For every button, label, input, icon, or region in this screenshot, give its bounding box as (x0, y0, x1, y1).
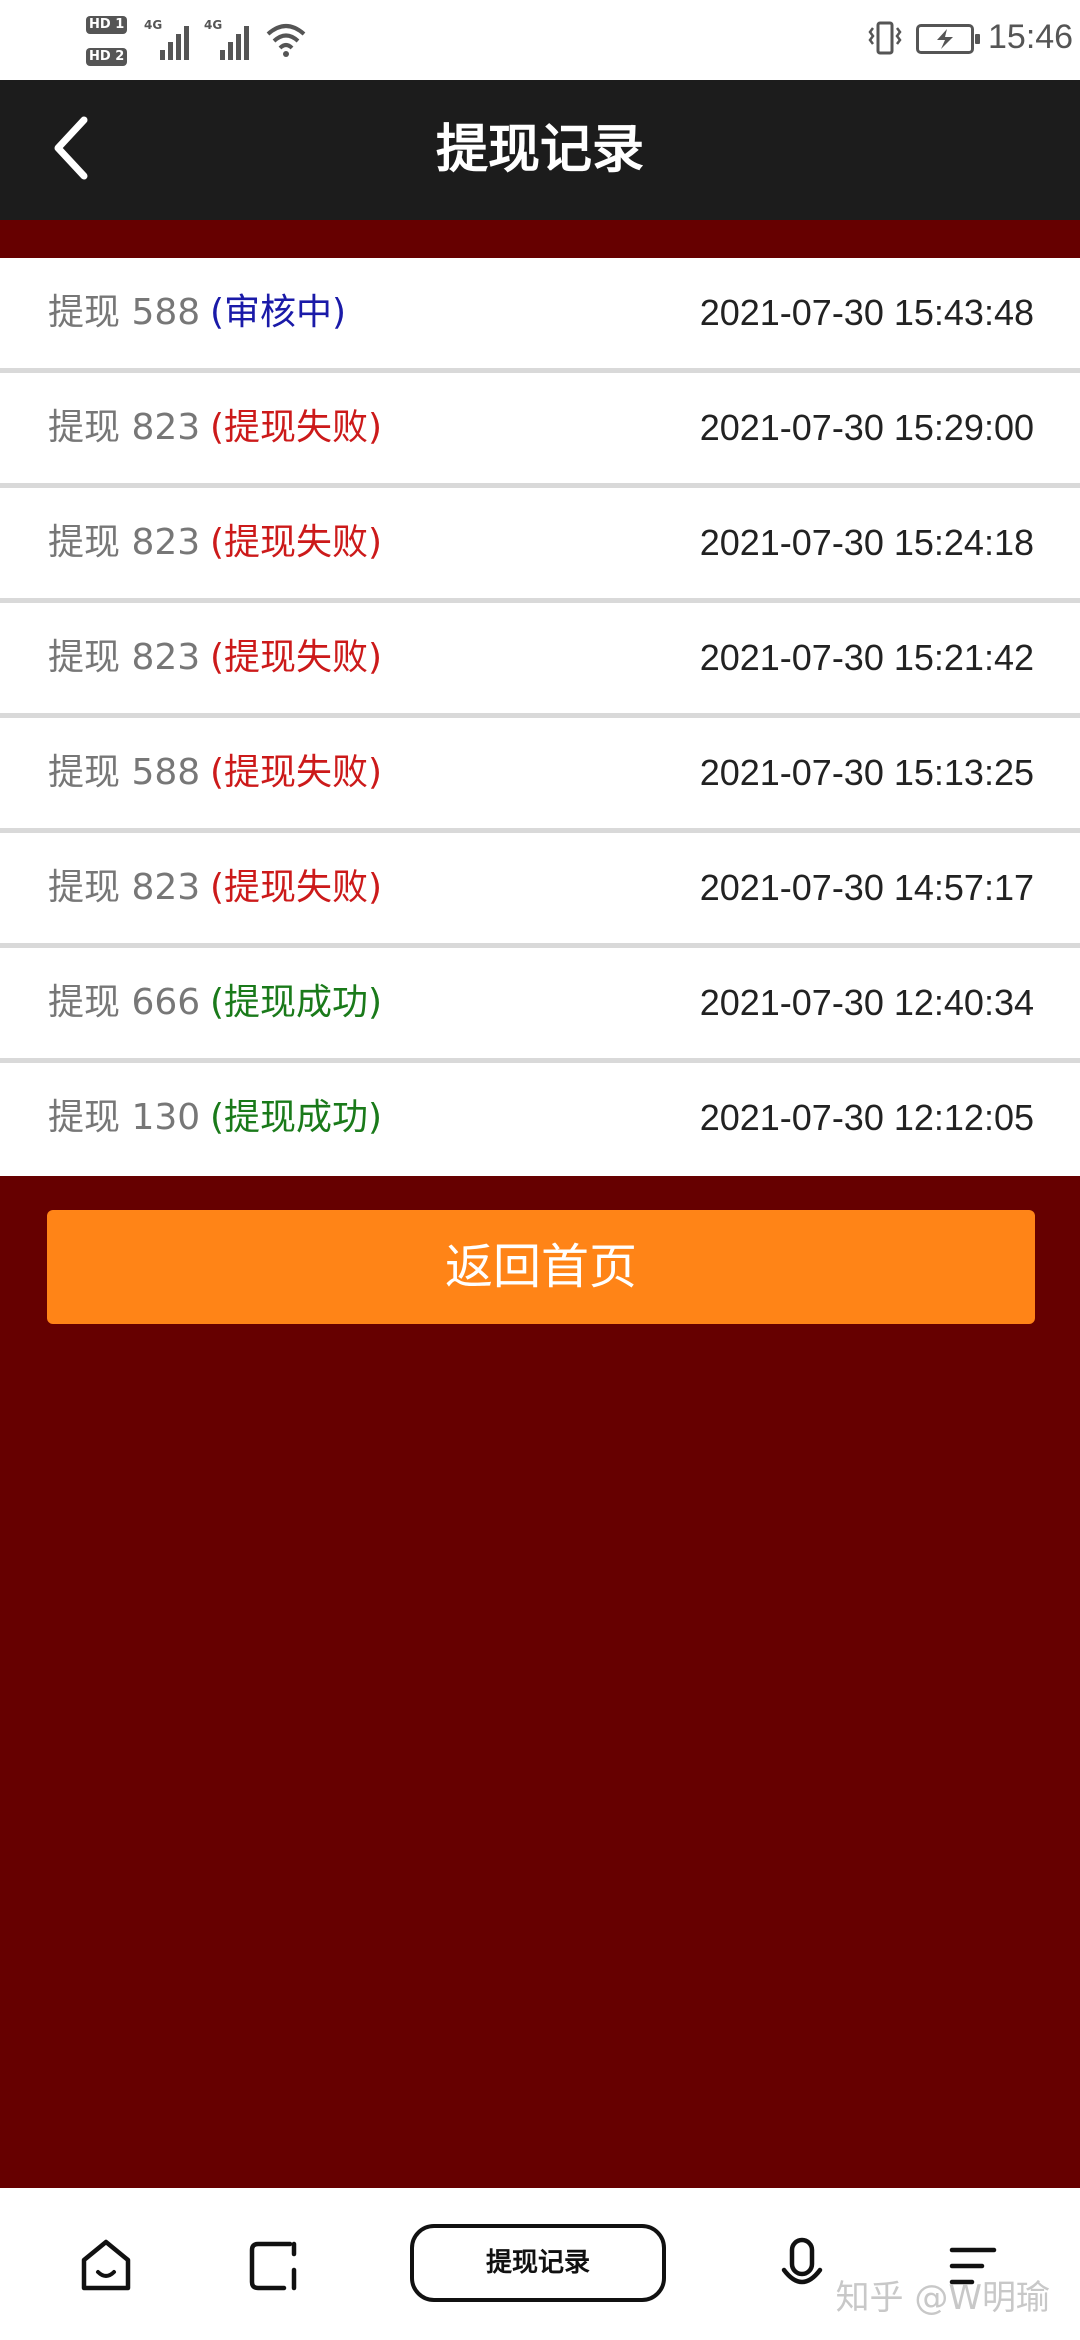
page-title: 提现记录 (435, 120, 644, 180)
status-bar: HD 1 HD 2 4G 4G 15:46 (0, 0, 1080, 80)
record-row[interactable]: 提现 666 (提现成功) 2021-07-30 12:40:34 (0, 948, 1080, 1063)
record-row[interactable]: 提现 823 (提现失败) 2021-07-30 15:29:00 (0, 373, 1080, 488)
record-time: 2021-07-30 15:21:42 (699, 637, 1034, 678)
record-time: 2021-07-30 15:29:00 (699, 407, 1034, 448)
record-amount: 提现 588 (48, 752, 201, 793)
watermark: 知乎 @W明瑜 (835, 2278, 1050, 2318)
return-home-button[interactable]: 返回首页 (47, 1210, 1035, 1324)
current-page-pill[interactable]: 提现记录 (410, 2224, 666, 2302)
record-status: (提现失败) (210, 522, 383, 563)
record-row[interactable]: 提现 588 (审核中) 2021-07-30 15:43:48 (0, 258, 1080, 373)
record-row[interactable]: 提现 588 (提现失败) 2021-07-30 15:13:25 (0, 718, 1080, 833)
record-row[interactable]: 提现 823 (提现失败) 2021-07-30 15:24:18 (0, 488, 1080, 603)
record-amount: 提现 588 (48, 292, 201, 333)
record-amount: 提现 666 (48, 982, 201, 1023)
record-row[interactable]: 提现 130 (提现成功) 2021-07-30 12:12:05 (0, 1063, 1080, 1176)
sim1-badge: HD 1 (86, 14, 134, 36)
record-row[interactable]: 提现 823 (提现失败) 2021-07-30 15:21:42 (0, 603, 1080, 718)
record-status: (提现失败) (210, 637, 383, 678)
record-time: 2021-07-30 12:12:05 (699, 1097, 1034, 1138)
wifi-icon (266, 24, 306, 57)
app-header: 提现记录 (0, 80, 1080, 220)
record-status: (提现成功) (210, 982, 383, 1023)
record-amount: 提现 823 (48, 637, 201, 678)
record-status: (提现失败) (210, 867, 383, 908)
signal-icon (160, 20, 200, 60)
record-row[interactable]: 提现 823 (提现失败) 2021-07-30 14:57:17 (0, 833, 1080, 948)
record-status: (审核中) (210, 292, 347, 333)
record-time: 2021-07-30 15:43:48 (699, 292, 1034, 333)
clock: 15:46 (988, 18, 1074, 56)
record-time: 2021-07-30 15:13:25 (699, 752, 1034, 793)
record-status: (提现失败) (210, 752, 383, 793)
signal-icon (220, 20, 260, 60)
record-amount: 提现 823 (48, 522, 201, 563)
record-amount: 提现 823 (48, 407, 201, 448)
record-amount: 提现 823 (48, 867, 201, 908)
record-time: 2021-07-30 15:24:18 (699, 522, 1034, 563)
record-status: (提现失败) (210, 407, 383, 448)
vibrate-icon (868, 21, 902, 55)
mic-icon[interactable] (772, 2236, 832, 2296)
record-list: 提现 588 (审核中) 2021-07-30 15:43:48 提现 823 (提现失… (0, 258, 1080, 1176)
tabs-icon[interactable] (244, 2236, 304, 2296)
record-time: 2021-07-30 12:40:34 (699, 982, 1034, 1023)
sim2-badge: HD 2 (86, 46, 134, 68)
record-status: (提现成功) (210, 1097, 383, 1138)
home-icon[interactable] (76, 2236, 136, 2296)
network-indicators: HD 1 HD 2 4G 4G (86, 12, 316, 70)
record-time: 2021-07-30 14:57:17 (699, 867, 1034, 908)
battery-charging-icon (916, 24, 980, 54)
browser-bottom-nav: 提现记录 知乎 @W明瑜 (0, 2188, 1080, 2340)
record-amount: 提现 130 (48, 1097, 201, 1138)
